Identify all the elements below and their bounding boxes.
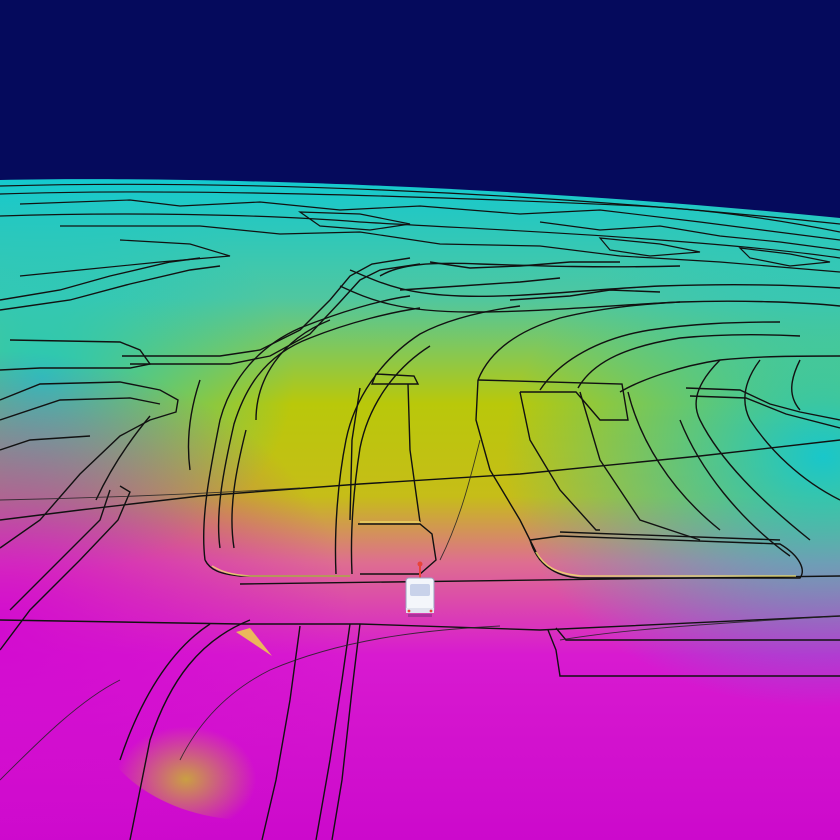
vehicle-light-left: [407, 609, 411, 613]
ego-vehicle[interactable]: [400, 560, 440, 620]
vehicle-windshield: [410, 584, 430, 596]
vehicle-shadow: [408, 614, 432, 617]
terrain-yellow-near: [90, 580, 410, 820]
simulation-viewport: [0, 0, 840, 840]
terrain-scene: [0, 0, 840, 840]
vehicle-light-right: [429, 609, 433, 613]
vehicle-marker-icon: [417, 561, 423, 567]
